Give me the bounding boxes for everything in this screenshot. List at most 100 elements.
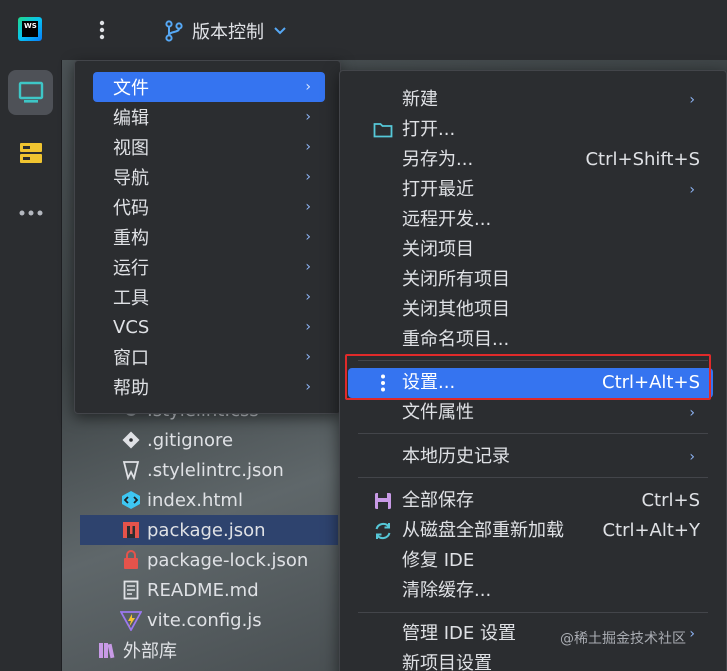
- chevron-right-icon: ›: [305, 229, 311, 245]
- npm-icon: [120, 519, 142, 541]
- database-tool-button[interactable]: [8, 130, 53, 175]
- project-tool-button[interactable]: [8, 70, 53, 115]
- menu-item-save-as[interactable]: 另存为... Ctrl+Shift+S: [348, 145, 713, 175]
- monitor-icon: [18, 81, 43, 103]
- more-horizontal-icon: [19, 210, 42, 215]
- tree-item-selected[interactable]: package.json: [80, 515, 338, 545]
- menu-item-label: 运行: [113, 258, 149, 279]
- menu-item-label: 关闭其他项目: [402, 299, 510, 320]
- menu-item-help[interactable]: 帮助 ›: [93, 372, 325, 402]
- menu-item-label: 关闭所有项目: [402, 269, 510, 290]
- menu-item-tools[interactable]: 工具 ›: [93, 282, 325, 312]
- tree-item[interactable]: vite.config.js: [120, 605, 338, 635]
- menu-separator: [358, 477, 708, 478]
- main-menu-button[interactable]: [94, 18, 110, 42]
- chevron-right-icon: ›: [305, 259, 311, 275]
- menu-item-window[interactable]: 窗口 ›: [93, 342, 325, 372]
- watermark: @稀土掘金技术社区: [560, 631, 686, 647]
- menu-item-label: 导航: [113, 168, 149, 189]
- menu-item-remote-dev[interactable]: 远程开发...: [348, 205, 713, 235]
- tree-item-label: README.md: [147, 579, 259, 601]
- menu-item-new[interactable]: 新建 ›: [348, 85, 713, 115]
- menu-item-label: 文件: [113, 78, 149, 99]
- refresh-icon: [372, 520, 394, 542]
- chevron-right-icon: ›: [305, 289, 311, 305]
- menu-item-repair-ide[interactable]: 修复 IDE: [348, 546, 713, 576]
- menu-item-label: 工具: [113, 288, 149, 309]
- chevron-right-icon: ›: [305, 199, 311, 215]
- tree-item[interactable]: .gitignore: [120, 425, 338, 455]
- vcs-widget[interactable]: 版本控制: [164, 16, 288, 46]
- menu-item-reload-all[interactable]: 从磁盘全部重新加载 Ctrl+Alt+Y: [348, 516, 713, 546]
- menu-item-file-properties[interactable]: 文件属性 ›: [348, 398, 713, 428]
- menu-item-close-project[interactable]: 关闭项目: [348, 235, 713, 265]
- menu-item-invalidate-caches[interactable]: 清除缓存...: [348, 576, 713, 606]
- menu-item-code[interactable]: 代码 ›: [93, 192, 325, 222]
- menu-item-label: 另存为...: [402, 149, 474, 170]
- menu-item-label: 窗口: [113, 348, 149, 369]
- webstorm-logo-icon[interactable]: WS: [18, 17, 42, 41]
- vite-icon: [120, 609, 142, 631]
- menu-separator: [358, 433, 708, 434]
- more-tools-button[interactable]: [8, 190, 53, 235]
- menu-item-label: 远程开发...: [402, 209, 492, 230]
- branch-icon: [165, 20, 183, 42]
- menu-item-label: 本地历史记录: [402, 446, 510, 467]
- library-icon: [96, 639, 118, 661]
- tree-item-label: 外部库: [123, 641, 177, 662]
- tree-item[interactable]: README.md: [120, 575, 338, 605]
- menu-item-label: 清除缓存...: [402, 580, 492, 601]
- menu-item-navigate[interactable]: 导航 ›: [93, 162, 325, 192]
- menu-item-label: 全部保存: [402, 490, 474, 511]
- git-icon: [120, 429, 142, 451]
- menu-item-open[interactable]: 打开...: [348, 115, 713, 145]
- menu-item-local-history[interactable]: 本地历史记录 ›: [348, 442, 713, 472]
- tree-item-label: package-lock.json: [147, 549, 309, 571]
- tree-item-label: .gitignore: [147, 429, 234, 451]
- chevron-right-icon: ›: [305, 79, 311, 95]
- menu-item-label: 新建: [402, 89, 438, 110]
- tree-item[interactable]: index.html: [120, 485, 338, 515]
- menu-item-label: 代码: [113, 198, 149, 219]
- tree-item[interactable]: .stylelintrc.json: [120, 455, 338, 485]
- logo-text: WS: [22, 21, 38, 37]
- menu-separator: [358, 612, 708, 613]
- menu-item-file[interactable]: 文件 ›: [93, 72, 325, 102]
- menu-item-save-all[interactable]: 全部保存 Ctrl+S: [348, 486, 713, 516]
- main-menu-popup: 文件 › 编辑 › 视图 › 导航 › 代码 › 重构 › 运行 › 工具 › VCS › 窗口 ›…: [74, 60, 341, 414]
- menu-item-refactor[interactable]: 重构 ›: [93, 222, 325, 252]
- chevron-right-icon: ›: [689, 182, 695, 198]
- html-file-icon: [120, 489, 142, 511]
- menu-item-label: 重命名项目...: [402, 329, 510, 350]
- menu-item-label: 打开...: [402, 119, 456, 140]
- menu-item-label: 修复 IDE: [402, 550, 475, 571]
- markdown-file-icon: [120, 579, 142, 601]
- tree-item-label: .stylelintrc.json: [147, 459, 284, 481]
- menu-item-label: 打开最近: [402, 179, 474, 200]
- menu-item-vcs[interactable]: VCS ›: [93, 312, 325, 342]
- tree-item-label: vite.config.js: [147, 609, 262, 631]
- chevron-right-icon: ›: [305, 169, 311, 185]
- menu-item-label: 编辑: [113, 108, 149, 129]
- menu-item-close-all-projects[interactable]: 关闭所有项目: [348, 265, 713, 295]
- menu-item-shortcut: Ctrl+Alt+Y: [602, 520, 700, 541]
- tree-item[interactable]: 外部库: [96, 635, 338, 665]
- menu-item-label: 帮助: [113, 378, 149, 399]
- menu-item-label: 新项目设置: [402, 653, 492, 671]
- kebab-icon: [99, 20, 105, 40]
- menu-item-close-other-projects[interactable]: 关闭其他项目: [348, 295, 713, 325]
- menu-item-run[interactable]: 运行 ›: [93, 252, 325, 282]
- chevron-right-icon: ›: [305, 319, 311, 335]
- menu-item-label: 文件属性: [402, 402, 474, 423]
- highlight-annotation: [345, 354, 711, 400]
- menu-item-view[interactable]: 视图 ›: [93, 132, 325, 162]
- menu-item-new-project-settings[interactable]: 新项目设置: [348, 649, 713, 671]
- menu-item-open-recent[interactable]: 打开最近 ›: [348, 175, 713, 205]
- tree-item[interactable]: package-lock.json: [120, 545, 338, 575]
- menu-item-rename-project[interactable]: 重命名项目...: [348, 325, 713, 355]
- chevron-right-icon: ›: [305, 349, 311, 365]
- menu-item-label: 重构: [113, 228, 149, 249]
- tree-item-label: package.json: [147, 519, 266, 541]
- menu-item-edit[interactable]: 编辑 ›: [93, 102, 325, 132]
- save-icon: [372, 490, 394, 512]
